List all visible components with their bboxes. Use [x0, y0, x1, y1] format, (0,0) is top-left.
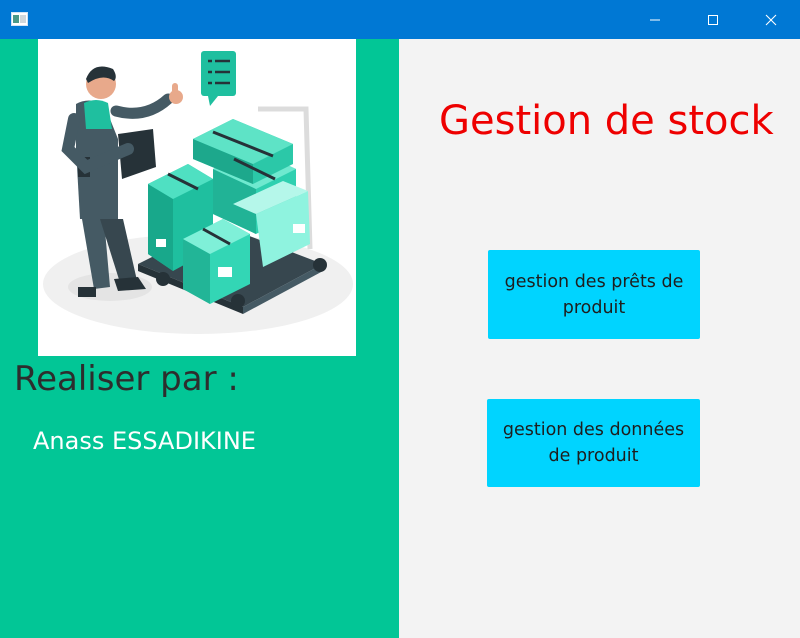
close-button[interactable] — [742, 0, 800, 39]
maximize-icon — [708, 14, 718, 25]
minimize-icon — [650, 19, 660, 20]
warehouse-worker-icon — [43, 51, 353, 334]
loans-management-button[interactable]: gestion des prêts de produit — [488, 250, 700, 339]
loans-management-label: gestion des prêts de produit — [504, 271, 684, 318]
app-title: Gestion de stock — [439, 98, 774, 144]
app-icon — [11, 12, 28, 26]
product-data-management-label: gestion des données de produit — [502, 420, 685, 466]
warehouse-illustration — [38, 39, 356, 356]
author-heading: Realiser par : — [14, 359, 239, 399]
close-icon — [765, 14, 777, 25]
product-data-management-button[interactable]: gestion des données de produit — [487, 399, 700, 487]
minimize-button[interactable] — [626, 0, 684, 39]
author-name: Anass ESSADIKINE — [33, 427, 256, 455]
window-titlebar[interactable] — [0, 0, 800, 39]
maximize-button[interactable] — [684, 0, 742, 39]
